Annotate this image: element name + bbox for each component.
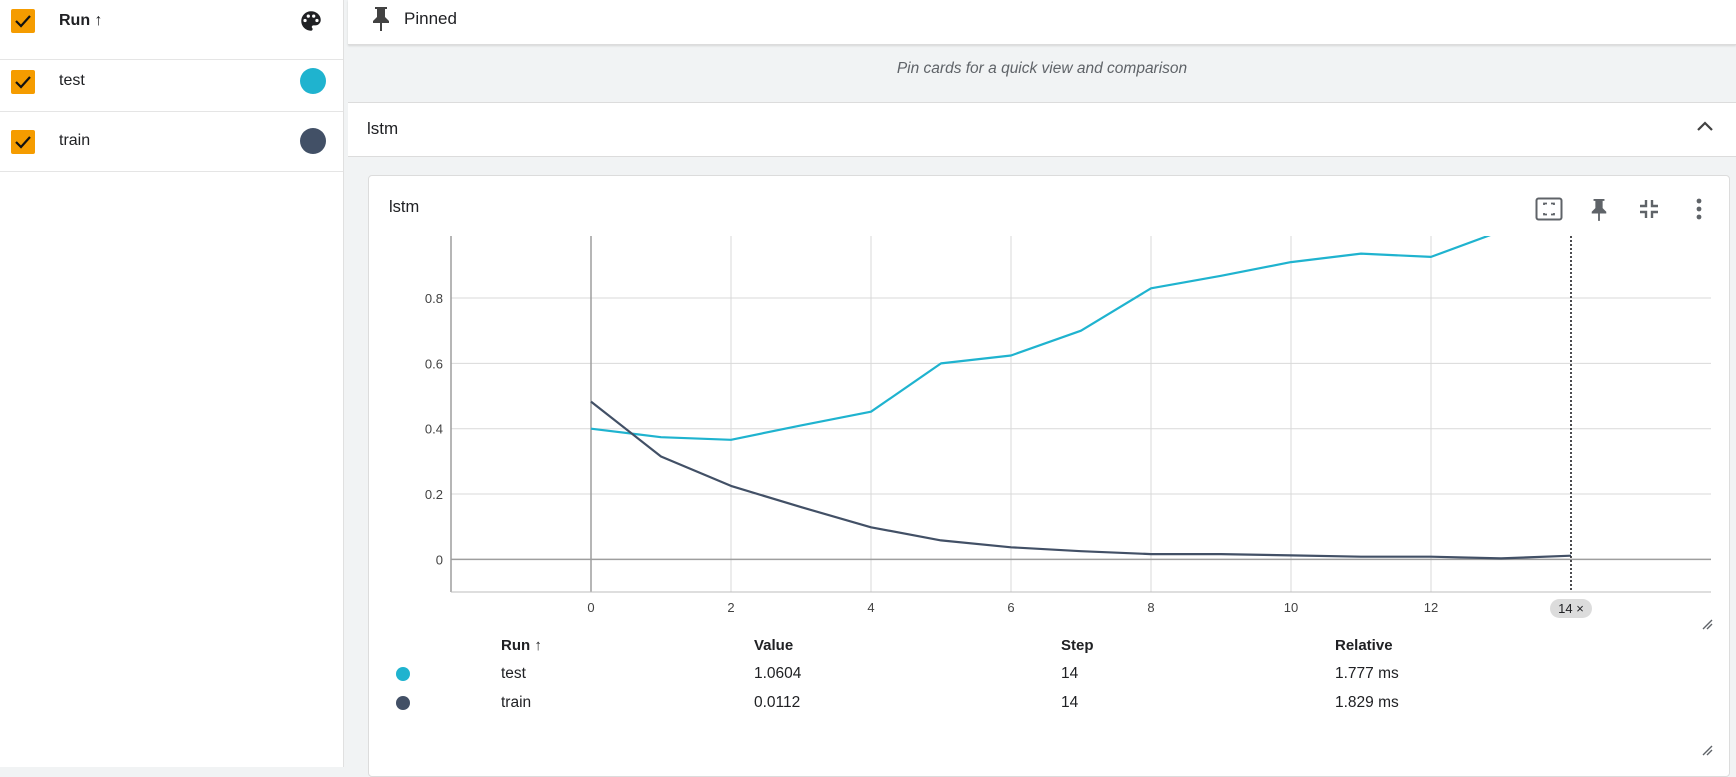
table-cell-value: 0.0112 (754, 694, 801, 711)
run-color-swatch-train[interactable] (300, 128, 326, 154)
x-tick-label: 8 (1147, 600, 1154, 615)
table-cell-step: 14 (1061, 694, 1079, 711)
chevron-up-icon[interactable] (1696, 119, 1714, 138)
palette-icon[interactable] (298, 8, 324, 39)
scalar-card-lstm: lstm 0 2 4 6 8 10 12 0 0.2 0.4 0.6 0.8 14 × Run ↑ Va… (368, 175, 1730, 777)
run-row-train[interactable]: train (0, 112, 343, 172)
pinned-empty-hint: Pin cards for a quick view and compariso… (896, 60, 1188, 77)
group-header-lstm[interactable]: lstm (348, 102, 1736, 157)
x-tick-label: 10 (1284, 600, 1298, 615)
table-header-step: Step (1061, 637, 1094, 654)
x-tick-label: 6 (1007, 600, 1014, 615)
table-cell-value: 1.0604 (754, 665, 802, 682)
step-cursor-label: 14 × (1558, 601, 1584, 616)
x-tick-label: 12 (1424, 600, 1438, 615)
group-title: lstm (367, 119, 399, 138)
table-cell-step: 14 (1061, 665, 1079, 682)
pinned-section-header: Pinned (348, 0, 1736, 45)
table-header-run[interactable]: Run ↑ (501, 637, 542, 654)
series-line-test (590, 236, 1491, 441)
run-row-test[interactable]: test (0, 52, 343, 112)
select-all-checkbox[interactable] (11, 9, 35, 33)
run-sort-header[interactable]: Run ↑ (59, 12, 103, 30)
run-checkbox-train[interactable] (11, 130, 35, 154)
y-tick-label: 0.2 (425, 487, 443, 502)
check-icon (15, 15, 31, 28)
table-resize-handle-icon[interactable] (1701, 743, 1713, 761)
line-chart[interactable]: 0 2 4 6 8 10 12 0 0.2 0.4 0.6 0.8 14 × (369, 176, 1729, 636)
chart-resize-handle-icon[interactable] (1701, 617, 1713, 635)
pushpin-icon (370, 4, 392, 37)
run-label-test: test (59, 72, 85, 89)
y-tick-label: 0.8 (425, 291, 443, 306)
runs-header-row: Run ↑ (0, 0, 343, 60)
check-icon (15, 136, 31, 149)
run-label-train: train (59, 132, 91, 149)
legend-dot-test (396, 667, 410, 681)
pinned-title: Pinned (404, 9, 457, 28)
table-header-value: Value (754, 637, 794, 654)
check-icon (15, 76, 31, 89)
y-tick-label: 0.4 (425, 422, 443, 437)
table-cell-run: train (501, 694, 532, 711)
series-line-train (590, 400, 1572, 560)
table-cell-run: test (501, 665, 526, 682)
x-tick-label: 4 (867, 600, 874, 615)
y-tick-label: 0.6 (425, 356, 443, 371)
x-tick-label: 2 (727, 600, 734, 615)
table-cell-relative: 1.829 ms (1335, 694, 1399, 711)
table-cell-relative: 1.777 ms (1335, 665, 1399, 682)
runs-sidebar: Run ↑ test train (0, 0, 344, 767)
legend-dot-train (396, 696, 410, 710)
y-tick-label: 0 (436, 552, 443, 567)
table-header-relative: Relative (1335, 637, 1393, 654)
run-checkbox-test[interactable] (11, 70, 35, 94)
x-tick-label: 0 (587, 600, 594, 615)
run-color-swatch-test[interactable] (300, 68, 326, 94)
